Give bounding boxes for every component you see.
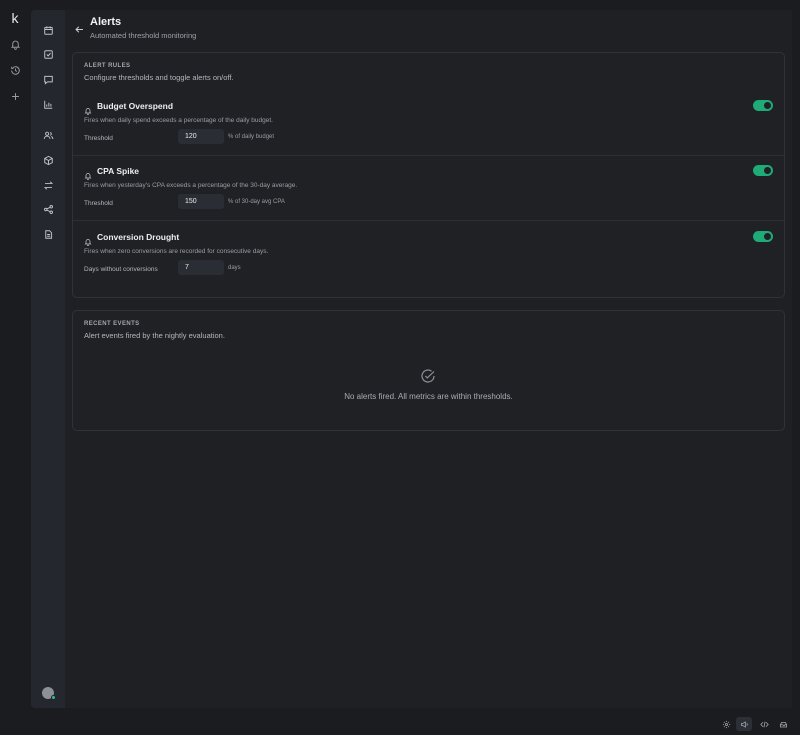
toggle-knob bbox=[764, 233, 771, 240]
transfer-arrows-icon[interactable] bbox=[39, 176, 57, 194]
share-nodes-icon[interactable] bbox=[39, 200, 57, 218]
section-description: Configure thresholds and toggle alerts o… bbox=[84, 73, 234, 82]
threshold-input[interactable] bbox=[178, 129, 224, 144]
history-icon[interactable] bbox=[7, 62, 23, 78]
bell-icon bbox=[84, 102, 92, 115]
rule-name: Conversion Drought bbox=[97, 232, 180, 242]
add-icon[interactable] bbox=[7, 88, 23, 104]
threshold-unit: % of daily budget bbox=[228, 134, 275, 140]
bell-icon bbox=[84, 167, 92, 180]
chat-icon[interactable] bbox=[39, 70, 57, 88]
rule-name: CPA Spike bbox=[97, 166, 140, 176]
rule-description: Fires when yesterday's CPA exceeds a per… bbox=[84, 182, 298, 189]
section-label: ALERT RULES bbox=[84, 63, 131, 69]
empty-state-text: No alerts fired. All metrics are within … bbox=[344, 392, 513, 401]
rule-toggle[interactable] bbox=[753, 100, 773, 111]
inbox-tray-icon[interactable] bbox=[777, 718, 789, 730]
toggle-knob bbox=[764, 167, 771, 174]
days-label: Days without conversions bbox=[84, 266, 158, 273]
users-icon[interactable] bbox=[39, 126, 57, 144]
divider bbox=[73, 155, 784, 156]
threshold-label: Threshold bbox=[84, 135, 113, 142]
check-circle-icon bbox=[419, 367, 437, 385]
page-title: Alerts bbox=[90, 16, 122, 28]
calendar-icon[interactable] bbox=[39, 21, 57, 39]
rule-description: Fires when zero conversions are recorded… bbox=[84, 248, 269, 255]
section-label: RECENT EVENTS bbox=[84, 321, 140, 327]
tasks-check-icon[interactable] bbox=[39, 45, 57, 63]
section-description: Alert events fired by the nightly evalua… bbox=[84, 331, 225, 340]
app-logo[interactable]: k bbox=[12, 10, 19, 26]
back-arrow-icon[interactable] bbox=[73, 23, 85, 35]
days-input[interactable] bbox=[178, 260, 224, 275]
user-avatar[interactable] bbox=[42, 687, 56, 700]
page-subtitle: Automated threshold monitoring bbox=[90, 31, 197, 40]
main-content: Alerts Automated threshold monitoring AL… bbox=[65, 10, 792, 708]
document-icon[interactable] bbox=[39, 225, 57, 243]
days-unit: days bbox=[228, 265, 241, 271]
threshold-unit: % of 30-day avg CPA bbox=[228, 199, 285, 205]
divider bbox=[73, 220, 784, 221]
announcement-icon[interactable] bbox=[736, 717, 752, 731]
rule-toggle[interactable] bbox=[753, 165, 773, 176]
nav-sidebar bbox=[31, 10, 65, 708]
alert-rules-card: ALERT RULES Configure thresholds and tog… bbox=[72, 52, 785, 298]
toggle-knob bbox=[764, 102, 771, 109]
rule-toggle[interactable] bbox=[753, 231, 773, 242]
threshold-input[interactable] bbox=[178, 194, 224, 209]
app-rail: k bbox=[0, 0, 30, 735]
recent-events-card: RECENT EVENTS Alert events fired by the … bbox=[72, 310, 785, 431]
bell-icon bbox=[84, 233, 92, 246]
online-status-dot bbox=[51, 695, 56, 700]
package-icon[interactable] bbox=[39, 151, 57, 169]
settings-gear-icon[interactable] bbox=[720, 718, 732, 730]
bar-chart-icon[interactable] bbox=[39, 95, 57, 113]
notifications-icon[interactable] bbox=[7, 36, 23, 52]
rule-name: Budget Overspend bbox=[97, 101, 174, 111]
rule-description: Fires when daily spend exceeds a percent… bbox=[84, 117, 273, 124]
threshold-label: Threshold bbox=[84, 200, 113, 207]
code-icon[interactable] bbox=[758, 718, 770, 730]
